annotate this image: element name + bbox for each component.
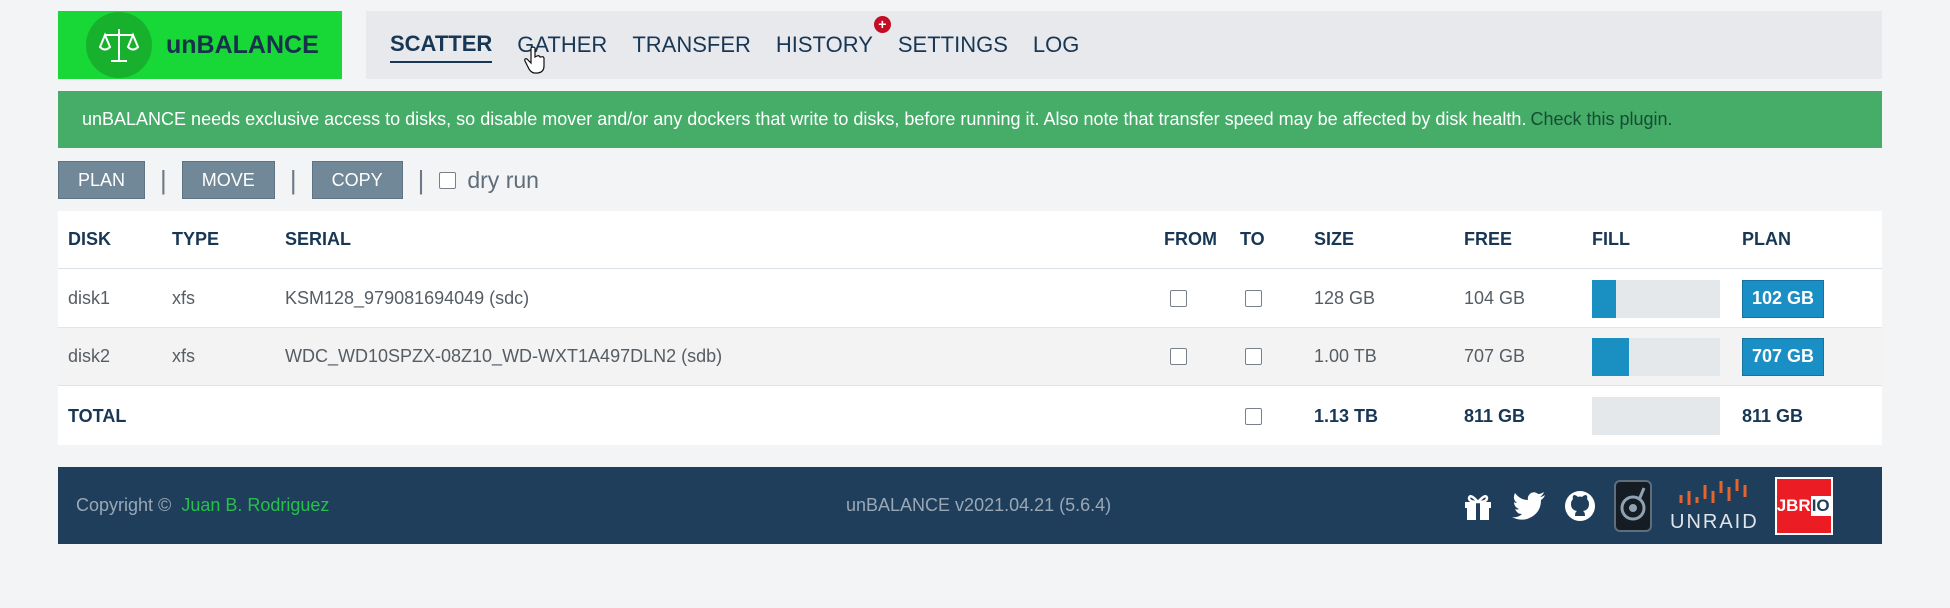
- to-checkbox[interactable]: [1245, 290, 1262, 307]
- footer: Copyright © Juan B. Rodriguez unBALANCE …: [58, 467, 1882, 544]
- copyright-text: Copyright ©: [76, 495, 172, 515]
- unraid-text: UNRAID: [1670, 511, 1759, 533]
- app-logo[interactable]: unBALANCE: [58, 11, 342, 79]
- fill-cell: [1592, 328, 1720, 385]
- tab-history-label: HISTORY: [775, 32, 873, 57]
- to-checkbox-cell: [1245, 387, 1262, 445]
- fill-cell: [1592, 387, 1720, 445]
- copy-button[interactable]: COPY: [311, 161, 403, 199]
- toolbar-separator: |: [289, 164, 297, 195]
- total-plan: 811 GB: [1742, 405, 1804, 426]
- table-header: DISK TYPE SERIAL FROM TO SIZE FREE FILL …: [58, 211, 1882, 269]
- tab-history[interactable]: HISTORY +: [775, 16, 891, 63]
- disk-serial: WDC_WD10SPZX-08Z10_WD-WXT1A497DLN2 (sdb): [285, 346, 723, 366]
- author-link[interactable]: Juan B. Rodriguez: [181, 495, 329, 516]
- disks-table: DISK TYPE SERIAL FROM TO SIZE FREE FILL …: [58, 211, 1882, 445]
- toolbar-separator: |: [417, 164, 425, 195]
- disk-name: disk2: [68, 346, 111, 366]
- fill-bar: [1592, 279, 1720, 318]
- total-size: 1.13 TB: [1314, 405, 1379, 426]
- total-to-checkbox[interactable]: [1245, 407, 1262, 425]
- main-nav: SCATTER GATHER TRANSFER HISTORY + SETTIN…: [366, 11, 1882, 79]
- to-checkbox-cell: [1245, 328, 1262, 385]
- disk-free: 104 GB: [1464, 288, 1526, 308]
- ipod-icon[interactable]: [1614, 479, 1652, 532]
- fill-bar: [1592, 337, 1720, 376]
- logo-text: unBALANCE: [166, 30, 319, 59]
- total-label: TOTAL: [68, 405, 127, 426]
- move-button[interactable]: MOVE: [181, 161, 275, 199]
- gift-icon[interactable]: [1462, 491, 1494, 521]
- disk-type: xfs: [172, 288, 196, 308]
- col-serial: SERIAL: [285, 229, 352, 249]
- to-checkbox-cell: [1245, 270, 1262, 327]
- toolbar-separator: |: [160, 164, 167, 195]
- disk-serial: KSM128_979081694049 (sdc): [285, 288, 530, 308]
- plan-button[interactable]: PLAN: [58, 161, 146, 199]
- jbrio-suffix: IO: [1810, 495, 1831, 516]
- footer-icons: UNRAID JBR IO: [1462, 467, 1833, 544]
- fill-bar-level: [1592, 279, 1617, 318]
- check-plugin-link[interactable]: Check this plugin.: [1530, 109, 1672, 130]
- plan-cell: 707 GB: [1742, 328, 1825, 385]
- warning-message: unBALANCE needs exclusive access to disk…: [82, 109, 1527, 129]
- table-row: disk2 xfs WDC_WD10SPZX-08Z10_WD-WXT1A497…: [58, 328, 1882, 386]
- disk-size: 1.00 TB: [1314, 346, 1377, 366]
- tab-scatter[interactable]: SCATTER: [390, 27, 493, 63]
- plan-value: 707 GB: [1742, 337, 1825, 376]
- fill-bar: [1592, 397, 1720, 435]
- fill-bar-level: [1592, 337, 1630, 376]
- action-toolbar: PLAN | MOVE | COPY | dry run: [58, 160, 539, 200]
- from-checkbox[interactable]: [1170, 290, 1187, 307]
- to-checkbox[interactable]: [1245, 348, 1262, 365]
- warning-banner: unBALANCE needs exclusive access to disk…: [58, 91, 1882, 148]
- dry-run-checkbox[interactable]: [439, 171, 457, 189]
- total-row: TOTAL 1.13 TB 811 GB 811 GB: [58, 387, 1882, 445]
- col-size: SIZE: [1314, 229, 1355, 249]
- disk-type: xfs: [172, 346, 196, 366]
- col-fill: FILL: [1592, 229, 1630, 249]
- from-checkbox-cell: [1170, 328, 1187, 385]
- history-badge: +: [873, 16, 891, 33]
- from-checkbox-cell: [1170, 270, 1187, 327]
- copyright: Copyright © Juan B. Rodriguez: [76, 467, 329, 544]
- dry-run-label: dry run: [467, 166, 539, 193]
- disk-free: 707 GB: [1464, 346, 1526, 366]
- unraid-logo[interactable]: UNRAID: [1670, 477, 1759, 534]
- plan-value: 102 GB: [1742, 279, 1825, 318]
- disk-name: disk1: [68, 288, 111, 308]
- hand-cursor-icon: [524, 46, 546, 79]
- col-free: FREE: [1464, 229, 1513, 249]
- version-text: unBALANCE v2021.04.21 (5.6.4): [846, 495, 1112, 515]
- scales-icon: [86, 12, 152, 78]
- tab-log[interactable]: LOG: [1033, 27, 1079, 63]
- col-plan: PLAN: [1742, 229, 1791, 249]
- col-to: TO: [1240, 229, 1265, 249]
- fill-cell: [1592, 270, 1720, 327]
- tab-transfer[interactable]: TRANSFER: [632, 27, 751, 63]
- col-type: TYPE: [172, 229, 220, 249]
- total-free: 811 GB: [1464, 405, 1526, 426]
- from-checkbox[interactable]: [1170, 348, 1187, 365]
- plan-cell: 102 GB: [1742, 270, 1825, 327]
- github-icon[interactable]: [1564, 490, 1596, 522]
- jbrio-logo[interactable]: JBR IO: [1774, 476, 1833, 535]
- col-from: FROM: [1164, 229, 1217, 249]
- table-row: disk1 xfs KSM128_979081694049 (sdc) 128 …: [58, 270, 1882, 328]
- tab-settings[interactable]: SETTINGS: [898, 27, 1008, 63]
- twitter-icon[interactable]: [1512, 491, 1546, 520]
- col-disk: DISK: [68, 229, 112, 249]
- disk-size: 128 GB: [1314, 288, 1376, 308]
- jbrio-text: JBR: [1776, 495, 1811, 515]
